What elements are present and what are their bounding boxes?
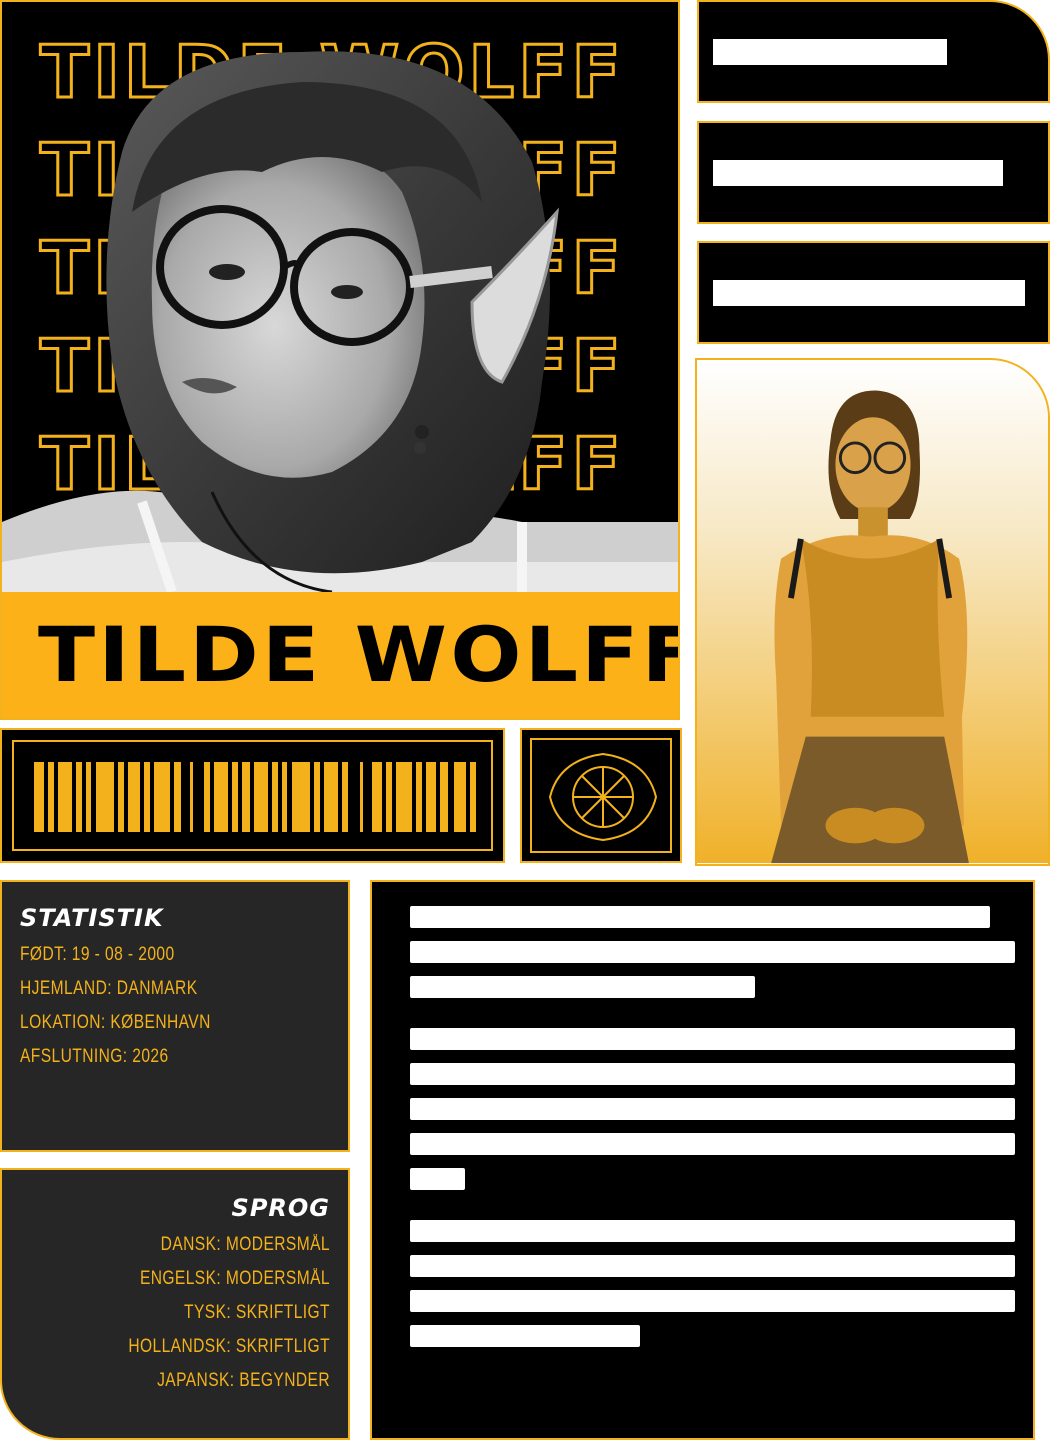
- languages-heading: SPROG: [231, 1194, 330, 1222]
- stat-graduation: AFSLUTNING: 2026: [20, 1046, 169, 1067]
- name-banner: TILDE WOLFF: [2, 592, 680, 718]
- stats-heading: STATISTIK: [20, 904, 164, 932]
- bio-paragraph: [410, 1028, 1015, 1190]
- redacted-text-line: [410, 941, 1015, 963]
- name-title: TILDE WOLFF: [38, 610, 680, 699]
- info-box-3: [697, 241, 1050, 344]
- redacted-text-line: [410, 1168, 465, 1190]
- redacted-text-line: [410, 1325, 640, 1347]
- barcode-graphic: [34, 762, 476, 832]
- standing-photo: [695, 358, 1050, 866]
- compass-emblem-icon: [548, 752, 658, 842]
- language-english: ENGELSK: MODERSMÅL: [139, 1268, 330, 1289]
- redacted-text-line: [410, 1220, 1015, 1242]
- stat-born: FØDT: 19 - 08 - 2000: [20, 944, 175, 965]
- info-box-1: [697, 0, 1050, 103]
- bio-panel: [370, 880, 1050, 1440]
- bio-paragraph: [410, 1220, 1015, 1347]
- portrait-photo: [2, 51, 678, 592]
- stats-panel: STATISTIK FØDT: 19 - 08 - 2000 HJEMLAND:…: [0, 880, 350, 1152]
- redacted-text-line: [410, 1063, 1015, 1085]
- barcode-frame: [12, 740, 493, 851]
- redacted-text-bar: [713, 159, 1003, 186]
- language-dutch: HOLLANDSK: SKRIFTLIGT: [128, 1336, 330, 1357]
- redacted-text-line: [410, 1290, 1015, 1312]
- hero-panel: TILDE WOLFF TILDE WOLFF TILDE WOLFF TILD…: [0, 0, 680, 720]
- redacted-text-line: [410, 906, 990, 928]
- emblem-frame: [530, 738, 672, 853]
- redacted-text-line: [410, 1255, 1015, 1277]
- redacted-text-line: [410, 1098, 1015, 1120]
- bio-paragraph: [410, 906, 1015, 998]
- info-box-2: [697, 121, 1050, 224]
- redacted-text-line: [410, 976, 755, 998]
- redacted-text-line: [410, 1133, 1015, 1155]
- emblem-panel: [520, 728, 682, 863]
- bio-frame: [370, 880, 1035, 1440]
- redacted-text-bar: [713, 38, 947, 65]
- stat-location: LOKATION: KØBENHAVN: [20, 1012, 211, 1033]
- redacted-text-bar: [713, 279, 1025, 306]
- language-japanese: JAPANSK: BEGYNDER: [157, 1370, 330, 1391]
- language-german: TYSK: SKRIFTLIGT: [184, 1302, 330, 1323]
- stat-homeland: HJEMLAND: DANMARK: [20, 978, 198, 999]
- language-danish: DANSK: MODERSMÅL: [160, 1234, 330, 1255]
- languages-panel: SPROG DANSK: MODERSMÅL ENGELSK: MODERSMÅ…: [0, 1168, 350, 1440]
- redacted-text-line: [410, 1028, 1015, 1050]
- barcode-panel: [0, 728, 505, 863]
